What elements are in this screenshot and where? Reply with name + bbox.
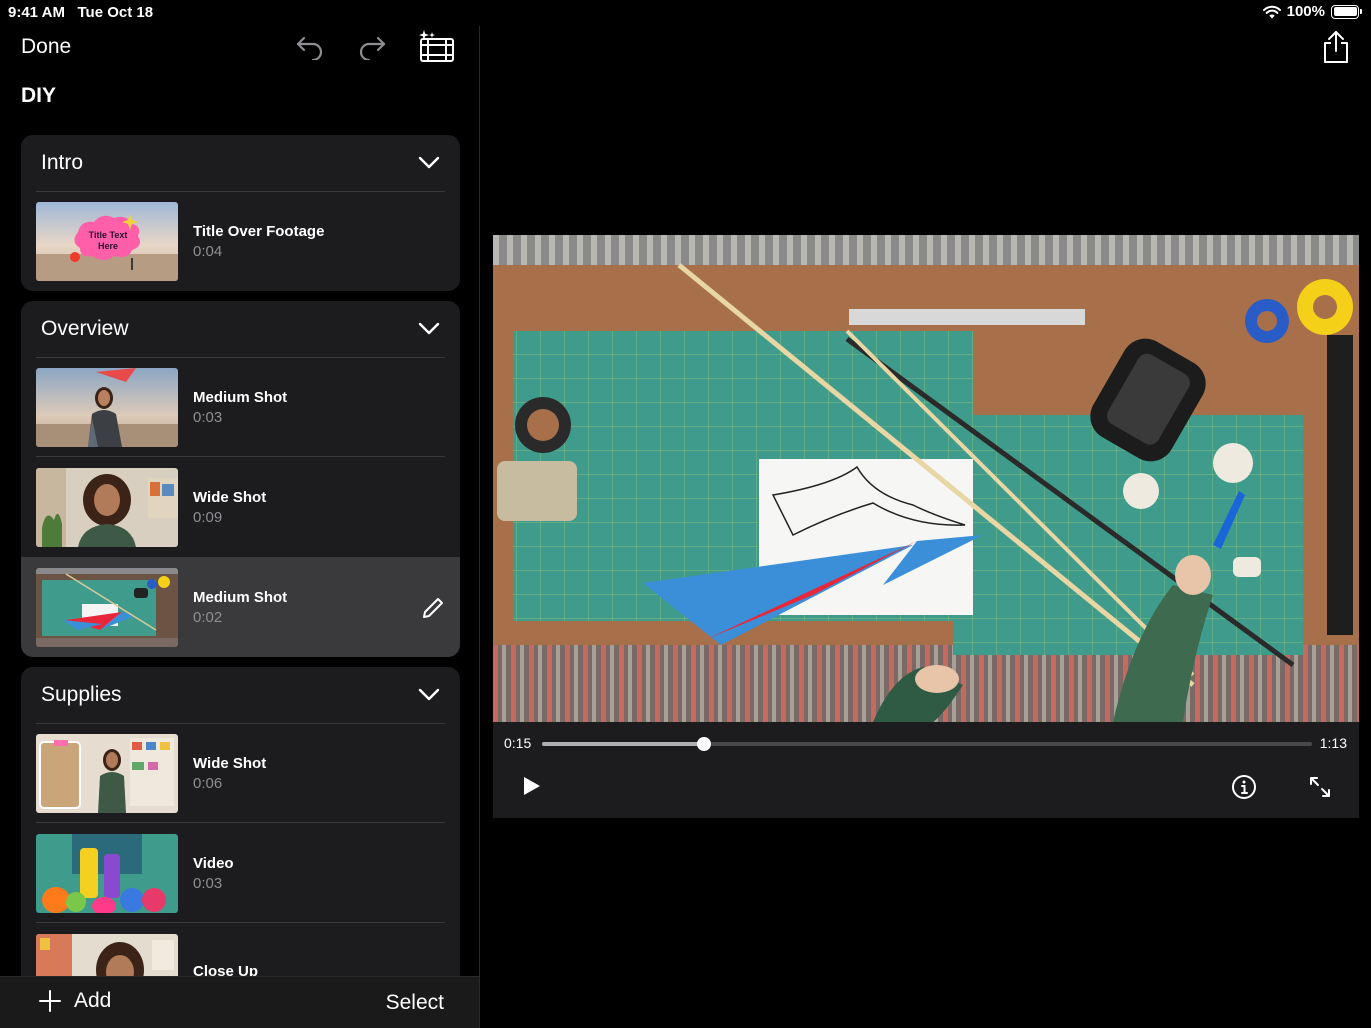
clip-item[interactable]: Title Text Here Title Over Footage 0:04 [21,191,460,291]
chevron-down-icon [418,156,440,169]
bottom-bar: Add Select [0,976,479,1028]
total-time: 1:13 [1319,735,1347,751]
wifi-icon [1262,5,1281,18]
clip-name: Medium Shot [193,388,288,406]
section-label: Overview [41,317,129,340]
clip-info: Wide Shot 0:06 [193,755,266,792]
clip-duration: 0:03 [193,874,223,892]
clip-thumbnail [36,833,178,913]
clip-name: Wide Shot [193,488,267,506]
storyboard-icon [419,30,454,62]
clip-thumbnail: Title Text Here [36,201,178,281]
clip-name: Video [193,854,234,872]
clip-item-selected[interactable]: Medium Shot 0:02 [21,557,460,657]
clip-info: Video 0:03 [193,855,234,892]
plus-icon [39,990,61,1012]
redo-button[interactable] [352,30,392,64]
clip-name: Medium Shot [193,588,288,606]
clip-info: Medium Shot 0:03 [193,389,287,426]
clip-duration: 0:04 [193,242,223,260]
section-supplies: Supplies Wide Shot 0:06 Video 0:03 Close… [21,667,460,1028]
clip-thumbnail [36,567,178,647]
clip-thumbnail [36,367,178,447]
clip-duration: 0:09 [193,508,223,526]
project-title: DIY [21,84,57,107]
section-header-supplies[interactable]: Supplies [21,667,460,723]
undo-icon [296,36,323,60]
clip-info: Title Over Footage 0:04 [193,223,324,260]
undo-button[interactable] [290,30,330,64]
scrubber-knob[interactable] [696,737,711,751]
clip-info: Medium Shot 0:02 [193,589,287,626]
redo-icon [359,36,386,60]
chevron-down-icon [418,322,440,335]
sidebar: Done DIY Intro Title Text Here Title Ove… [0,26,479,1028]
svg-text:Title Text: Title Text [89,230,128,240]
section-label: Supplies [41,683,122,706]
add-button[interactable]: Add [38,989,111,1013]
scrubber-progress [542,742,704,746]
clip-item[interactable]: Wide Shot 0:06 [21,723,460,823]
status-time: 9:41 AM Tue Oct 18 [8,4,154,21]
done-button[interactable]: Done [21,35,71,59]
battery-icon [1331,4,1362,19]
select-button[interactable]: Select [386,991,444,1015]
section-label: Intro [41,151,84,174]
status-right: 100% [1262,3,1362,20]
svg-text:Here: Here [98,241,118,251]
share-icon[interactable] [1320,30,1352,64]
expand-icon[interactable] [1307,774,1333,800]
chevron-down-icon [418,688,440,701]
add-label: Add [74,989,112,1012]
battery-percent: 100% [1286,3,1325,20]
clip-name: Title Over Footage [193,222,325,240]
section-overview: Overview Medium Shot 0:03 Wide Shot 0:09… [21,301,460,657]
status-bar: 9:41 AM Tue Oct 18 100% [0,0,1371,26]
clip-item[interactable]: Wide Shot 0:09 [21,457,460,557]
pencil-icon[interactable] [420,595,446,621]
section-header-intro[interactable]: Intro [21,135,460,191]
current-time: 0:15 [504,735,532,751]
clip-name: Wide Shot [193,754,267,772]
scrubber[interactable] [542,737,1312,751]
clip-duration: 0:02 [193,608,223,626]
storyboard-button[interactable] [416,30,456,64]
section-intro: Intro Title Text Here Title Over Footage… [21,135,460,291]
split-divider[interactable] [479,26,480,1028]
player-controls: 0:15 1:13 [493,722,1359,818]
clip-info: Wide Shot 0:09 [193,489,266,526]
info-icon[interactable] [1231,774,1257,800]
clip-duration: 0:06 [193,774,223,792]
clip-thumbnail [36,467,178,547]
section-header-overview[interactable]: Overview [21,301,460,357]
clip-item[interactable]: Video 0:03 [21,823,460,923]
play-icon[interactable] [519,774,543,798]
clip-item[interactable]: Medium Shot 0:03 [21,357,460,457]
clip-thumbnail [36,733,178,813]
video-preview[interactable] [493,235,1359,722]
clip-duration: 0:03 [193,408,223,426]
